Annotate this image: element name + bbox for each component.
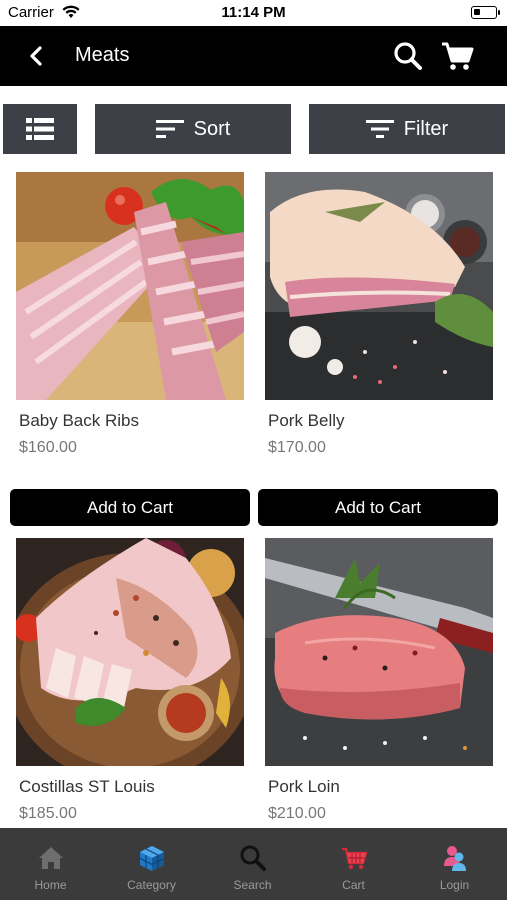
add-to-cart-button[interactable]: Add to Cart [10,489,250,526]
sort-label: Sort [193,117,231,140]
product-image-costillas-st-louis[interactable] [16,538,244,766]
status-bar: Carrier 11:14 PM [0,0,507,26]
product-image-baby-back-ribs[interactable] [16,172,244,400]
user-icon [443,846,466,871]
tab-search-label: Search [233,878,272,892]
search-icon [240,845,266,871]
tab-bar: Home Category Search Cart Login [0,828,507,900]
product-price: $170.00 [268,439,326,456]
tab-cart-label: Cart [342,878,365,892]
product-price: $185.00 [19,805,77,822]
page-title: Meats [75,44,130,66]
filter-label: Filter [403,117,449,140]
tab-login-label: Login [439,878,470,892]
sort-icon [155,120,184,138]
tab-home[interactable]: Home [0,828,101,900]
nav-bar: Meats [0,26,507,86]
product-name[interactable]: Pork Loin [268,777,340,797]
product-price: $160.00 [19,439,77,456]
product-image-pork-loin[interactable] [265,538,493,766]
tab-category-label: Category [127,878,176,892]
sort-button[interactable]: Sort [95,104,291,154]
product-name[interactable]: Baby Back Ribs [19,411,139,431]
tab-category[interactable]: Category [101,828,202,900]
home-icon [38,847,63,869]
filter-button[interactable]: Filter [309,104,505,154]
clock: 11:14 PM [221,4,286,21]
list-view-button[interactable] [3,104,77,154]
tab-cart[interactable]: Cart [303,828,404,900]
product-name[interactable]: Costillas ST Louis [19,777,155,797]
tab-login[interactable]: Login [404,828,505,900]
tab-search[interactable]: Search [202,828,303,900]
add-to-cart-button[interactable]: Add to Cart [258,489,498,526]
cart-icon [341,847,367,870]
screen: Carrier 11:14 PM Meats Sort Filter Baby … [0,0,507,900]
back-arrow-icon[interactable] [22,42,52,70]
toolbar: Sort Filter [0,104,507,154]
product-image-pork-belly[interactable] [265,172,493,400]
product-name[interactable]: Pork Belly [268,411,345,431]
cube-icon [139,846,164,871]
list-icon [26,118,54,140]
product-price: $210.00 [268,805,326,822]
battery-icon [471,6,500,19]
filter-icon [365,120,394,138]
tab-home-label: Home [34,878,67,892]
search-icon[interactable] [392,40,424,72]
cart-icon[interactable] [440,39,474,73]
